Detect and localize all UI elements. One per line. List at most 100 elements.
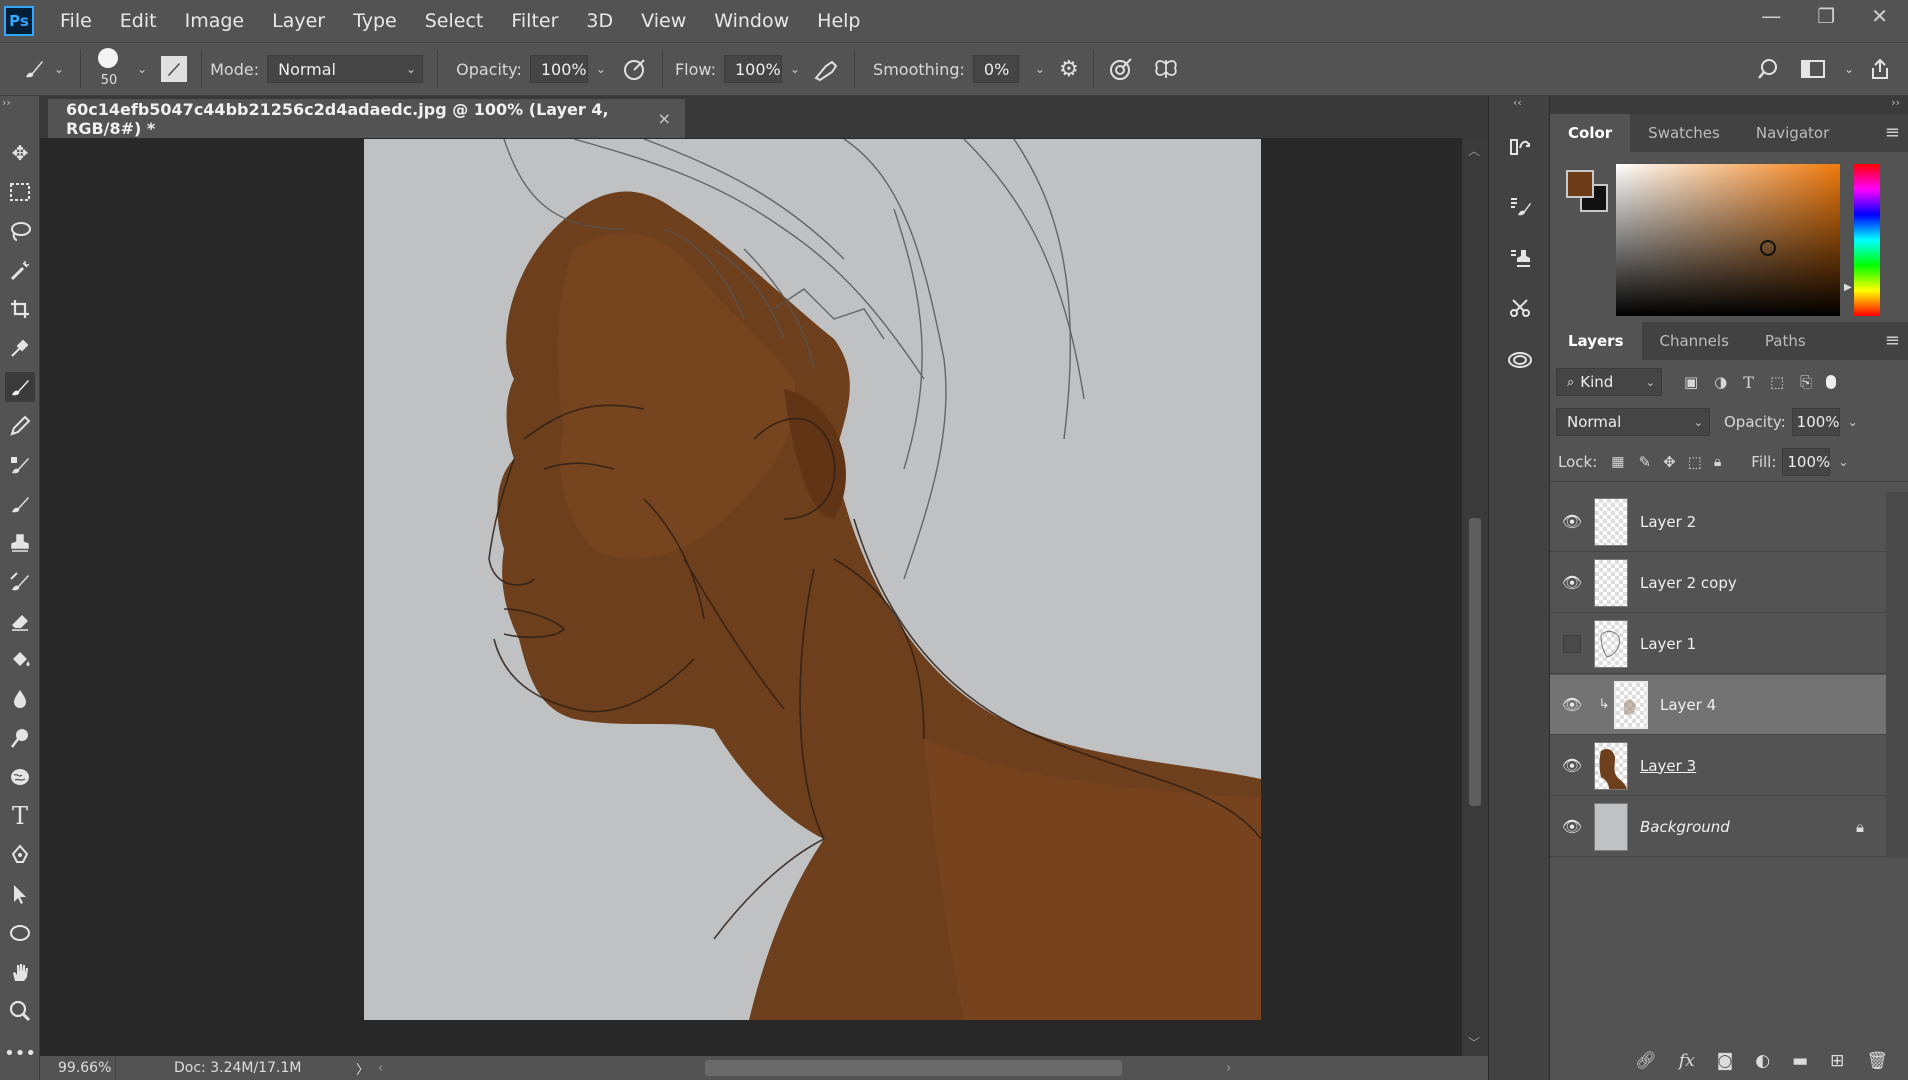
- lasso-tool-icon[interactable]: [5, 216, 35, 246]
- horizontal-scroll-thumb[interactable]: [705, 1060, 1122, 1076]
- eye-icon[interactable]: 👁︎: [1550, 756, 1594, 775]
- menu-3d[interactable]: 3D: [586, 10, 613, 32]
- hue-slider[interactable]: ▶: [1844, 164, 1880, 316]
- tool-presets-panel-icon[interactable]: [1504, 292, 1536, 324]
- menu-view[interactable]: View: [641, 10, 686, 32]
- pencil-tool-icon[interactable]: [5, 411, 35, 441]
- path-selection-tool-icon[interactable]: [5, 879, 35, 909]
- lock-position-icon[interactable]: ✥: [1663, 453, 1676, 471]
- tab-swatches[interactable]: Swatches: [1630, 114, 1738, 152]
- layer-kind-filter[interactable]: ⌕ Kind ⌄: [1556, 368, 1662, 396]
- menu-filter[interactable]: Filter: [511, 10, 558, 32]
- art-history-brush-tool-icon[interactable]: [5, 567, 35, 597]
- dodge-tool-icon[interactable]: [5, 723, 35, 753]
- brush-settings-panel-icon[interactable]: [161, 56, 188, 82]
- lock-all-icon[interactable]: 🔒︎: [1714, 454, 1721, 470]
- chevron-down-icon[interactable]: ⌄: [790, 62, 800, 76]
- tab-color[interactable]: Color: [1550, 114, 1631, 152]
- flow-input[interactable]: 100%: [723, 55, 782, 83]
- collapse-arrows-icon[interactable]: ››: [2, 96, 11, 109]
- gear-icon[interactable]: ⚙: [1059, 57, 1079, 82]
- lock-transparent-icon[interactable]: ▦: [1611, 454, 1624, 470]
- move-tool-icon[interactable]: ✥: [5, 138, 35, 168]
- fill-input[interactable]: 100%: [1782, 447, 1831, 476]
- collapse-arrows-icon[interactable]: ‹‹: [1513, 96, 1522, 109]
- pressure-size-icon[interactable]: [1108, 56, 1134, 82]
- menu-type[interactable]: Type: [353, 10, 397, 32]
- layer-opacity-input[interactable]: 100%: [1791, 408, 1840, 436]
- marquee-tool-icon[interactable]: [5, 177, 35, 207]
- filter-smart-object-icon[interactable]: ⎘: [1800, 373, 1812, 391]
- zoom-tool-icon[interactable]: [5, 996, 35, 1026]
- magic-wand-tool-icon[interactable]: [5, 255, 35, 285]
- type-tool-icon[interactable]: T: [5, 801, 35, 831]
- zoom-level[interactable]: 99.66%: [40, 1056, 116, 1080]
- brush-size-picker[interactable]: 50: [89, 46, 129, 92]
- chevron-down-icon[interactable]: ⌄: [1035, 62, 1045, 76]
- minimize-button[interactable]: —: [1761, 4, 1781, 28]
- pen-tool-icon[interactable]: [5, 840, 35, 870]
- filter-adjustment-icon[interactable]: ◑: [1714, 373, 1727, 391]
- scroll-right-icon[interactable]: ›: [1226, 1061, 1231, 1076]
- layer-row[interactable]: 👁︎ Background 🔒︎: [1550, 797, 1886, 857]
- symmetry-icon[interactable]: [1152, 56, 1180, 82]
- vertical-scrollbar[interactable]: ︿ ﹀: [1462, 138, 1488, 1056]
- pressure-opacity-icon[interactable]: [622, 56, 648, 82]
- eraser-tool-icon[interactable]: [5, 606, 35, 636]
- scroll-down-icon[interactable]: ﹀: [1468, 1034, 1480, 1051]
- tab-paths[interactable]: Paths: [1747, 322, 1824, 360]
- more-tools-icon[interactable]: •••: [4, 1038, 36, 1068]
- menu-window[interactable]: Window: [714, 10, 789, 32]
- close-window-button[interactable]: ✕: [1871, 4, 1888, 28]
- chevron-down-icon[interactable]: ⌄: [596, 62, 606, 76]
- history-panel-icon[interactable]: [1504, 130, 1536, 162]
- brush-tool-preset-icon[interactable]: [22, 57, 46, 81]
- chevron-down-icon[interactable]: ⌄: [137, 62, 147, 76]
- menu-help[interactable]: Help: [817, 10, 860, 32]
- airbrush-icon[interactable]: [812, 56, 840, 82]
- smoothing-input[interactable]: 0%: [972, 55, 1019, 83]
- layer-row[interactable]: 👁︎ Layer 3: [1550, 736, 1886, 796]
- status-menu-arrow-icon[interactable]: 〉: [356, 1059, 369, 1078]
- scroll-up-icon[interactable]: ︿: [1468, 142, 1480, 159]
- libraries-panel-icon[interactable]: [1504, 344, 1536, 376]
- restore-button[interactable]: ❐: [1817, 4, 1835, 28]
- menu-file[interactable]: File: [60, 10, 92, 32]
- eye-icon[interactable]: 👁︎: [1550, 573, 1594, 592]
- layer-row[interactable]: 👁︎ Layer 2 copy: [1550, 553, 1886, 613]
- lock-pixels-icon[interactable]: ✎: [1639, 453, 1652, 471]
- new-group-folder-icon[interactable]: ▬: [1792, 1051, 1808, 1071]
- link-layers-icon[interactable]: 🔗︎: [1635, 1051, 1657, 1071]
- filter-shape-icon[interactable]: ⬚: [1770, 373, 1784, 391]
- color-field[interactable]: [1616, 164, 1840, 316]
- mode-dropdown[interactable]: Normal ⌄: [267, 55, 424, 83]
- brain-plugin-icon[interactable]: [5, 762, 35, 792]
- panel-menu-icon[interactable]: ≡: [1885, 330, 1900, 351]
- workspace-icon[interactable]: [1800, 58, 1826, 80]
- panel-menu-icon[interactable]: ≡: [1885, 122, 1900, 143]
- layer-style-fx-icon[interactable]: fx: [1679, 1051, 1695, 1071]
- scroll-left-icon[interactable]: ‹: [378, 1061, 383, 1076]
- tab-navigator[interactable]: Navigator: [1738, 114, 1847, 152]
- add-mask-icon[interactable]: ◙: [1717, 1051, 1734, 1071]
- eye-icon[interactable]: 👁︎: [1550, 695, 1594, 714]
- document-tab[interactable]: 60c14efb5047c44bb21256c2d4adaedc.jpg @ 1…: [48, 99, 685, 138]
- delete-layer-trash-icon[interactable]: 🗑︎: [1866, 1051, 1888, 1071]
- layer-row[interactable]: 👁︎ Layer 2: [1550, 492, 1886, 552]
- adjustment-layer-icon[interactable]: ◐: [1755, 1051, 1770, 1071]
- history-brush-tool-icon[interactable]: [5, 489, 35, 519]
- canvas-area[interactable]: [40, 138, 1462, 1056]
- brush-tool-icon[interactable]: [5, 372, 35, 402]
- search-icon[interactable]: [1756, 57, 1780, 81]
- mixer-brush-tool-icon[interactable]: [5, 450, 35, 480]
- layers-scrollbar[interactable]: [1886, 492, 1908, 858]
- tab-channels[interactable]: Channels: [1642, 322, 1747, 360]
- ellipse-tool-icon[interactable]: [5, 918, 35, 948]
- hue-slider-handle-icon[interactable]: ▶: [1844, 282, 1852, 293]
- menu-image[interactable]: Image: [185, 10, 245, 32]
- paint-bucket-tool-icon[interactable]: [5, 645, 35, 675]
- chevron-down-icon[interactable]: ⌄: [1844, 62, 1854, 76]
- color-picker-handle[interactable]: [1760, 240, 1776, 256]
- layer-row-selected[interactable]: 👁︎ ↳ Layer 4: [1550, 675, 1886, 735]
- blend-mode-dropdown[interactable]: Normal ⌄: [1556, 408, 1710, 436]
